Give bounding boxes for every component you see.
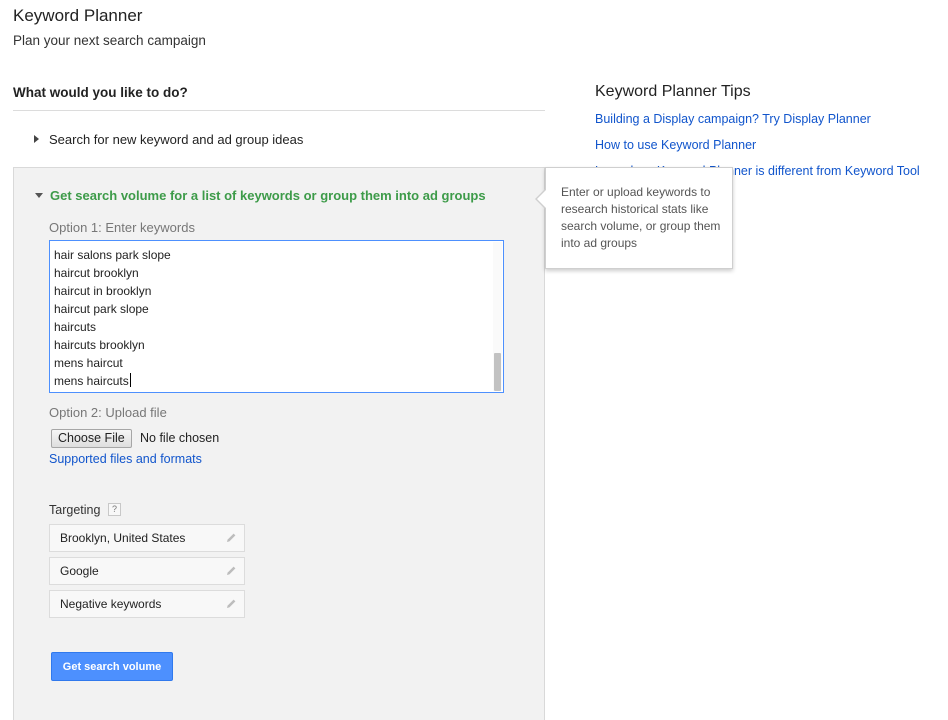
- targeting-value: Negative keywords: [60, 597, 162, 611]
- pencil-icon[interactable]: [225, 565, 237, 577]
- option1-label: Option 1: Enter keywords: [49, 220, 195, 235]
- page-subtitle: Plan your next search campaign: [13, 33, 206, 48]
- keyword-line: haircut brooklyn: [54, 266, 139, 280]
- scrollbar-thumb[interactable]: [494, 353, 501, 391]
- divider: [13, 110, 545, 111]
- keyword-text: mens haircuts: [54, 374, 129, 388]
- choose-file-button[interactable]: Choose File: [51, 429, 132, 448]
- keywords-textarea[interactable]: hair salons park slope haircut brooklyn …: [49, 240, 504, 393]
- keyword-line: haircuts: [54, 320, 97, 334]
- option-get-search-volume[interactable]: Get search volume for a list of keywords…: [35, 188, 486, 203]
- targeting-location[interactable]: Brooklyn, United States: [49, 524, 245, 552]
- option-label: Search for new keyword and ad group idea…: [49, 131, 304, 147]
- page-title: Keyword Planner: [13, 6, 143, 25]
- tip-link-how-to-use[interactable]: How to use Keyword Planner: [595, 138, 756, 152]
- tip-link-display-planner[interactable]: Building a Display campaign? Try Display…: [595, 112, 871, 126]
- keyword-line: haircuts brooklyn: [54, 338, 145, 352]
- keyword-lines: hair salons park slope haircut brooklyn …: [54, 246, 171, 390]
- supported-files-link[interactable]: Supported files and formats: [49, 452, 202, 466]
- pencil-icon[interactable]: [225, 598, 237, 610]
- option-search-new-keywords[interactable]: Search for new keyword and ad group idea…: [13, 123, 545, 155]
- option2-label: Option 2: Upload file: [49, 405, 167, 420]
- keyword-line: haircut in brooklyn: [54, 284, 152, 298]
- text-caret: [129, 373, 131, 387]
- tooltip-text: Enter or upload keywords to research his…: [561, 185, 721, 250]
- targeting-negative-keywords[interactable]: Negative keywords: [49, 590, 245, 618]
- tooltip: Enter or upload keywords to research his…: [545, 167, 733, 269]
- keyword-line-last: mens haircuts: [54, 372, 171, 390]
- section-heading: What would you like to do?: [13, 85, 188, 100]
- tooltip-arrow-fill: [537, 190, 546, 208]
- get-search-volume-button[interactable]: Get search volume: [51, 652, 173, 681]
- keyword-line: mens haircut: [54, 356, 123, 370]
- pencil-icon[interactable]: [225, 532, 237, 544]
- option-label: Get search volume for a list of keywords…: [50, 188, 486, 203]
- tips-title: Keyword Planner Tips: [595, 83, 751, 100]
- targeting-label: Targeting: [49, 503, 101, 517]
- file-status: No file chosen: [140, 431, 220, 445]
- targeting-network[interactable]: Google: [49, 557, 245, 585]
- targeting-value: Google: [60, 564, 99, 578]
- expand-arrow-icon: [34, 135, 39, 143]
- help-icon[interactable]: ?: [108, 503, 121, 516]
- collapse-arrow-icon: [35, 193, 43, 198]
- keyword-line: haircut park slope: [54, 302, 149, 316]
- targeting-value: Brooklyn, United States: [60, 531, 186, 545]
- keyword-line: hair salons park slope: [54, 248, 171, 262]
